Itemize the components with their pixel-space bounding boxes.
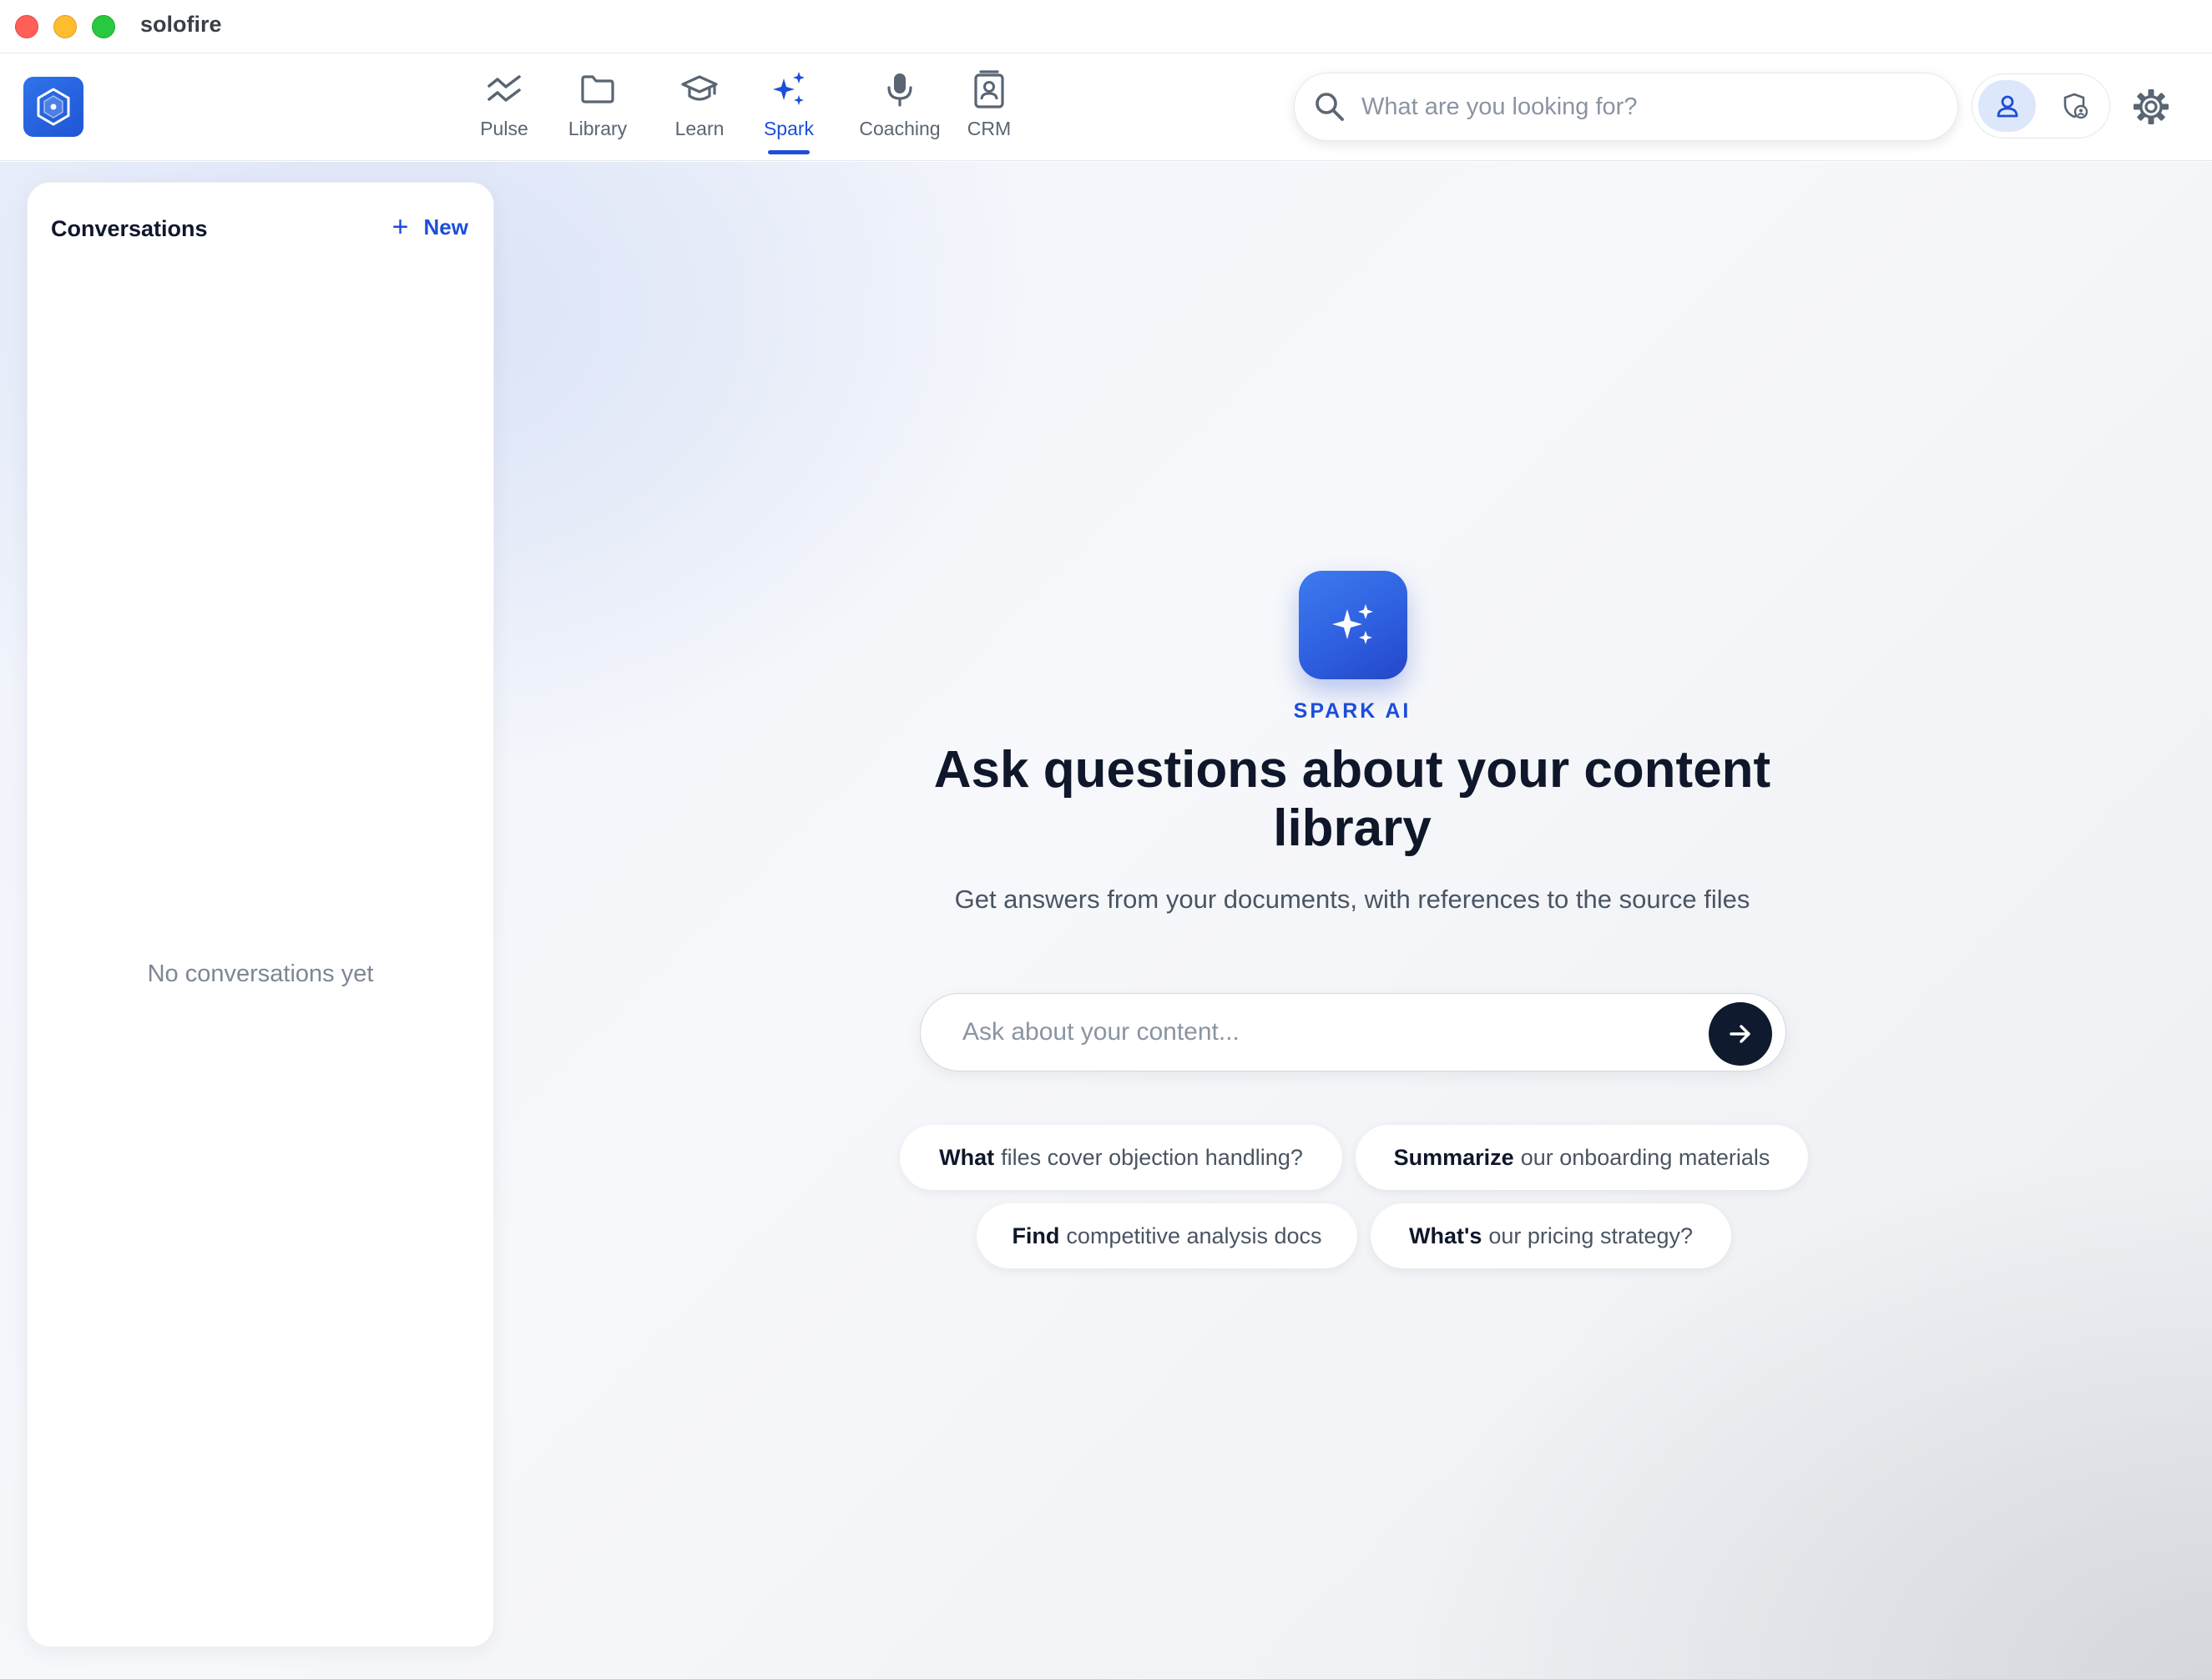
chip-text: our onboarding materials [1520, 1144, 1770, 1170]
nav-item-library[interactable]: Library [551, 66, 644, 158]
search-input[interactable] [1361, 93, 1929, 121]
nav-label: Learn [674, 118, 725, 139]
window-titlebar: solofire [0, 0, 2212, 53]
zoom-window-button[interactable] [92, 14, 115, 38]
empty-state-text: No conversations yet [147, 961, 374, 987]
nav-item-crm[interactable]: CRM [960, 66, 1018, 158]
suggestion-chip[interactable]: Find competitive analysis docs [977, 1203, 1357, 1268]
chip-text: competitive analysis docs [1066, 1223, 1322, 1248]
chip-keyword: Summarize [1393, 1144, 1514, 1170]
top-toolbar: Pulse Library Learn Spark Coaching CRM W… [0, 54, 2212, 161]
window-title: solofire [140, 12, 222, 37]
team-mode-button[interactable] [2046, 80, 2103, 132]
nav-item-spark[interactable]: Spark [751, 66, 826, 158]
nav-item-pulse[interactable]: Pulse [462, 66, 546, 158]
close-window-button[interactable] [15, 14, 38, 38]
personal-mode-button[interactable] [1978, 80, 2036, 132]
arrow-right-icon [1730, 1025, 1750, 1043]
folder-icon [579, 66, 616, 113]
hero-title: Ask questions about your content library [933, 741, 1771, 857]
nav-label: Pulse [480, 118, 528, 139]
ask-box [920, 993, 1786, 1071]
graduation-cap-icon [680, 66, 719, 113]
hero-kicker: SPARK AI [1293, 699, 1412, 723]
app-logo[interactable] [23, 77, 83, 137]
suggestion-chip[interactable]: What's our pricing strategy? [1371, 1203, 1731, 1268]
nav-label: Spark [763, 118, 815, 139]
hexagon-logo-icon [37, 88, 70, 126]
conversations-sidebar: Conversations + New No conversations yet [27, 182, 494, 1647]
chip-keyword: What [939, 1144, 995, 1170]
user-icon [1997, 95, 2018, 118]
gear-icon [2134, 89, 2169, 124]
suggestion-chip[interactable]: What files cover objection handling? [900, 1125, 1342, 1190]
suggestion-chip[interactable]: Summarize our onboarding materials [1356, 1125, 1808, 1190]
settings-button[interactable] [2130, 86, 2172, 128]
nav-label: Coaching [859, 118, 941, 139]
new-conversation-button[interactable]: + New [392, 213, 468, 241]
nav-item-coaching[interactable]: Coaching [850, 66, 950, 158]
search-icon [1313, 90, 1346, 124]
nav-label: CRM [967, 118, 1012, 139]
sparkles-icon [1332, 604, 1373, 644]
chip-keyword: What's [1408, 1223, 1482, 1248]
spark-ai-badge [1299, 571, 1407, 679]
microphone-icon [883, 66, 917, 113]
minimize-window-button[interactable] [53, 14, 77, 38]
window-controls [15, 14, 115, 38]
send-button[interactable] [1709, 1002, 1772, 1066]
hero-subtitle: Get answers from your documents, with re… [954, 885, 1750, 914]
contact-card-icon [972, 66, 1007, 113]
global-search[interactable] [1294, 73, 1958, 141]
main-content: Conversations + New No conversations yet… [0, 162, 2212, 1679]
pulse-icon [486, 66, 523, 113]
plus-icon: + [391, 211, 409, 243]
ask-input[interactable] [962, 1018, 1697, 1046]
nav-label: Library [568, 118, 628, 139]
chip-keyword: Find [1012, 1223, 1060, 1248]
sparkles-icon [769, 66, 809, 113]
main-nav: Pulse Library Learn Spark Coaching CRM [451, 66, 1018, 158]
shield-user-icon [2063, 93, 2088, 119]
new-button-label: New [423, 214, 468, 239]
sidebar-title: Conversations [51, 216, 208, 241]
chip-text: our pricing strategy? [1488, 1223, 1694, 1248]
view-mode-toggle [1972, 73, 2110, 139]
nav-item-learn[interactable]: Learn [658, 66, 741, 158]
chip-text: files cover objection handling? [1001, 1144, 1303, 1170]
